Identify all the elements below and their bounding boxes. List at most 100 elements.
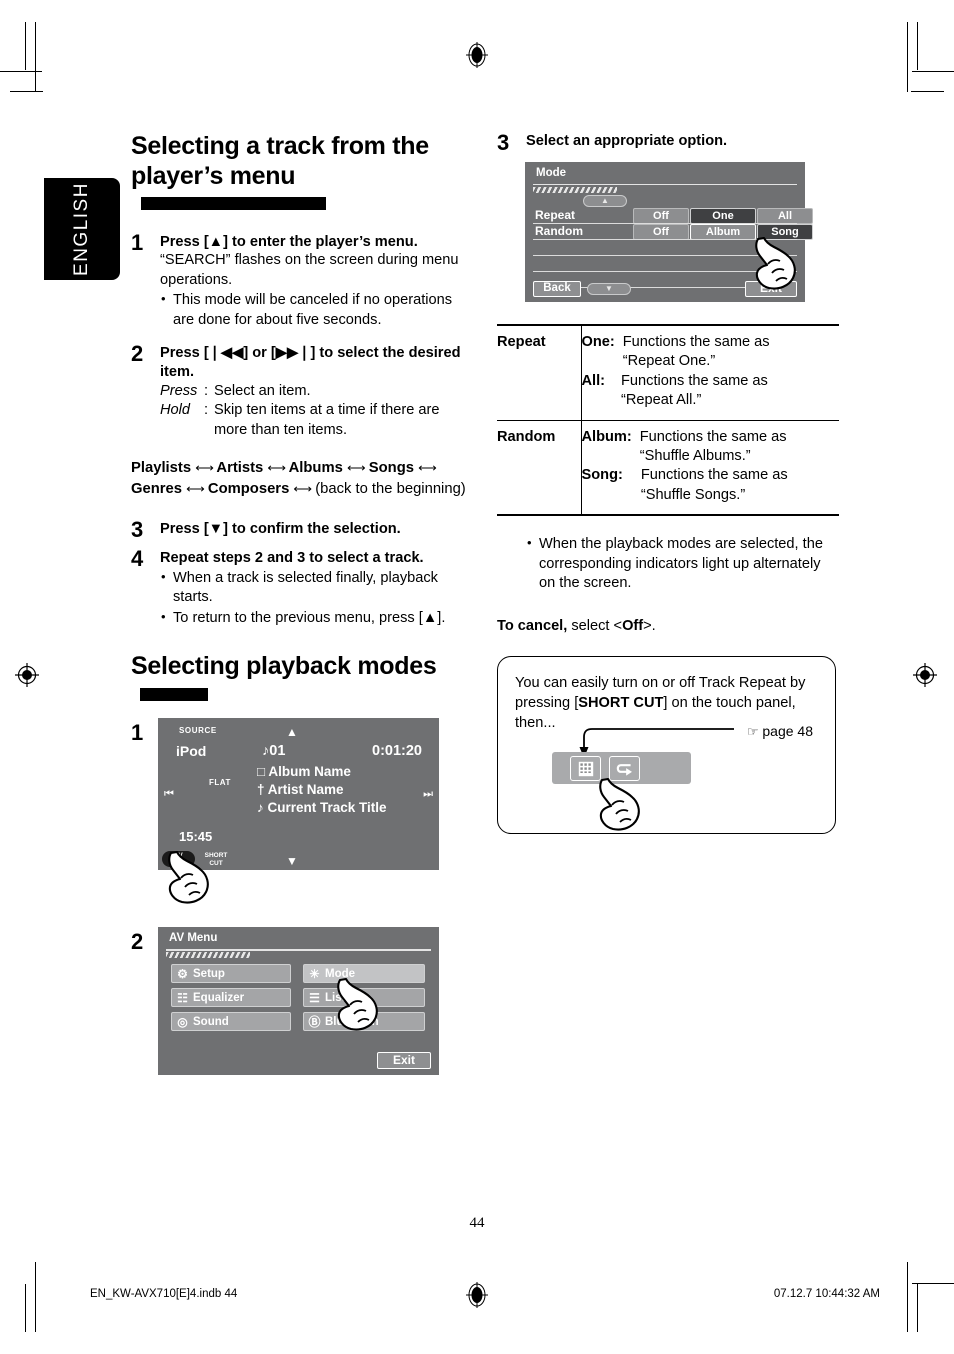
bluetooth-icon: Ⓑ bbox=[308, 1014, 321, 1029]
definition-row: All: Functions the same as “Repeat All.” bbox=[582, 372, 840, 411]
definition-value: Functions the same as “Repeat All.” bbox=[605, 372, 768, 411]
definition-line1: Functions the same as bbox=[639, 428, 787, 445]
chevron-down-icon: ▼ bbox=[605, 283, 613, 293]
crop-mark bbox=[25, 1284, 27, 1332]
bullet-item: To return to the previous menu, press [▲… bbox=[160, 608, 473, 628]
crop-mark bbox=[25, 22, 27, 70]
back-button[interactable]: Back bbox=[533, 280, 581, 297]
crop-mark bbox=[10, 91, 43, 93]
keypad-button[interactable] bbox=[570, 756, 601, 782]
definition-line2: “Shuffle Albums.” bbox=[639, 448, 751, 464]
album-row: □ Album Name bbox=[257, 763, 387, 781]
menu-item-mode[interactable]: ☀ Mode bbox=[303, 964, 425, 984]
hatch-decoration bbox=[166, 952, 250, 959]
chain-item: Artists bbox=[216, 460, 264, 477]
source-label: SOURCE bbox=[179, 726, 217, 736]
exit-button[interactable]: Exit bbox=[377, 1052, 431, 1070]
source-name: iPod bbox=[176, 743, 207, 760]
artist-icon: † bbox=[257, 782, 265, 798]
chevron-up-icon: ▲ bbox=[601, 195, 609, 205]
exit-button[interactable]: Exit bbox=[745, 280, 797, 297]
step-number: 4 bbox=[131, 546, 144, 572]
mode-row-repeat: Repeat Off One All bbox=[533, 207, 813, 224]
equalizer-preset-label: FLAT bbox=[209, 778, 231, 788]
press-row: Press : Select an item. bbox=[160, 382, 473, 401]
repeat-arrow-icon bbox=[616, 764, 632, 777]
title-rule bbox=[533, 183, 797, 186]
menu-item-equalizer[interactable]: ☷ Equalizer bbox=[171, 988, 291, 1008]
hold-row: Hold : Skip ten items at a time if there… bbox=[160, 401, 473, 440]
step-lead: Select an appropriate option. bbox=[526, 133, 728, 149]
option-random-song[interactable]: Song bbox=[757, 223, 813, 240]
crop-mark bbox=[907, 1262, 909, 1332]
short-cut-button[interactable]: SHORT CUT bbox=[199, 851, 233, 867]
menu-item-setup[interactable]: ⚙ Setup bbox=[171, 964, 291, 984]
definition-key: Album: bbox=[581, 428, 632, 445]
page-down-tab[interactable]: ▼ bbox=[587, 282, 631, 295]
album-name: Album Name bbox=[268, 764, 351, 780]
table-cell-definitions: One: Functions the same as “Repeat One.”… bbox=[580, 323, 840, 421]
scroll-down-icon[interactable]: ▼ bbox=[286, 854, 298, 868]
page-reference: ☞ page 48 bbox=[747, 723, 813, 740]
press-key: Press bbox=[160, 383, 198, 400]
mode-row-empty bbox=[533, 240, 797, 256]
option-random-off[interactable]: Off bbox=[633, 223, 689, 240]
previous-track-icon[interactable]: ⏮ bbox=[164, 788, 174, 801]
definition-line1: Functions the same as bbox=[622, 333, 770, 350]
album-icon: □ bbox=[257, 764, 266, 780]
menu-item-label: Mode bbox=[325, 967, 356, 980]
page-up-tab[interactable]: ▲ bbox=[583, 194, 627, 207]
definition-key: Song: bbox=[581, 467, 623, 484]
crop-mark bbox=[907, 22, 909, 92]
mode-row-label: Random bbox=[535, 223, 583, 238]
menu-item-list[interactable]: ☰ List bbox=[303, 988, 425, 1008]
chain-item: Composers bbox=[207, 480, 290, 497]
touch-panel-strip bbox=[552, 752, 691, 785]
section-heading-2-text: Selecting playback modes bbox=[131, 652, 437, 681]
chain-arrow-icon: ⟷ bbox=[186, 480, 205, 496]
menu-item-bluetooth[interactable]: Ⓑ Bluetooth bbox=[303, 1012, 425, 1032]
screen-title: Mode bbox=[536, 166, 567, 179]
keypad-icon bbox=[578, 761, 593, 777]
menu-item-sound[interactable]: ◎ Sound bbox=[171, 1012, 291, 1032]
menu-item-label: Sound bbox=[193, 1015, 229, 1028]
chain-arrow-icon: ⟷ bbox=[195, 460, 214, 476]
definition-row: Album: Functions the same as “Shuffle Al… bbox=[582, 428, 840, 467]
tip-box: You can easily turn on or off Track Repe… bbox=[497, 656, 836, 835]
section-heading-1: Selecting a track from the player’s menu bbox=[131, 132, 473, 221]
step-3: 3 Press [▼] to confirm the selection. bbox=[131, 517, 473, 542]
tip-text-bold: SHORT CUT bbox=[578, 695, 664, 712]
definition-line2: “Repeat All.” bbox=[621, 392, 702, 409]
next-track-icon[interactable]: ⏭ bbox=[423, 788, 433, 801]
hold-value: Skip ten items at a time if there are mo… bbox=[214, 402, 440, 438]
definition-line2: “Repeat One.” bbox=[622, 353, 716, 370]
mode-screen-wrap: Mode ▲ Repeat Off One All Random Off Alb… bbox=[525, 161, 839, 302]
pointing-hand-icon bbox=[599, 778, 640, 831]
option-repeat-off[interactable]: Off bbox=[633, 207, 689, 224]
ipod-now-playing-screen: SOURCE iPod ▲ ▼ ♪01 0:01:20 □ Album Name… bbox=[158, 718, 439, 871]
scroll-up-icon[interactable]: ▲ bbox=[286, 725, 298, 739]
crop-mark bbox=[911, 91, 944, 93]
step-3-right: 3 Select an appropriate option. bbox=[497, 130, 839, 155]
right-column: 3 Select an appropriate option. Mode ▲ R… bbox=[497, 130, 840, 835]
table-cell-definitions: Album: Functions the same as “Shuffle Al… bbox=[580, 419, 840, 515]
hold-colon: : bbox=[204, 402, 209, 419]
table-cell-category: Random bbox=[497, 419, 581, 515]
av-menu-button[interactable]: AV MENU bbox=[162, 851, 195, 868]
table-row: Random Album: Functions the same as “Shu… bbox=[497, 419, 840, 515]
track-metadata: □ Album Name † Artist Name ♪ Current Tra… bbox=[257, 763, 387, 817]
registration-mark bbox=[466, 42, 488, 68]
definition-value: Functions the same as “Shuffle Albums.” bbox=[632, 428, 787, 467]
option-random-album[interactable]: Album bbox=[690, 223, 756, 240]
artist-name: Artist Name bbox=[267, 782, 344, 798]
playback-step-2: 2 AV Menu ⚙ Setup ☷ Equalizer ◎ Sound ☀ … bbox=[131, 927, 473, 1076]
step-number: 3 bbox=[131, 517, 144, 543]
step-bullets: This mode will be canceled if no operati… bbox=[160, 290, 473, 330]
registration-mark bbox=[466, 1282, 488, 1308]
option-repeat-one[interactable]: One bbox=[690, 207, 756, 224]
crop-mark bbox=[917, 1284, 919, 1332]
option-repeat-all[interactable]: All bbox=[757, 207, 813, 224]
step-number: 2 bbox=[131, 929, 144, 955]
bullet-item: This mode will be canceled if no operati… bbox=[160, 290, 473, 330]
repeat-button[interactable] bbox=[609, 756, 640, 782]
